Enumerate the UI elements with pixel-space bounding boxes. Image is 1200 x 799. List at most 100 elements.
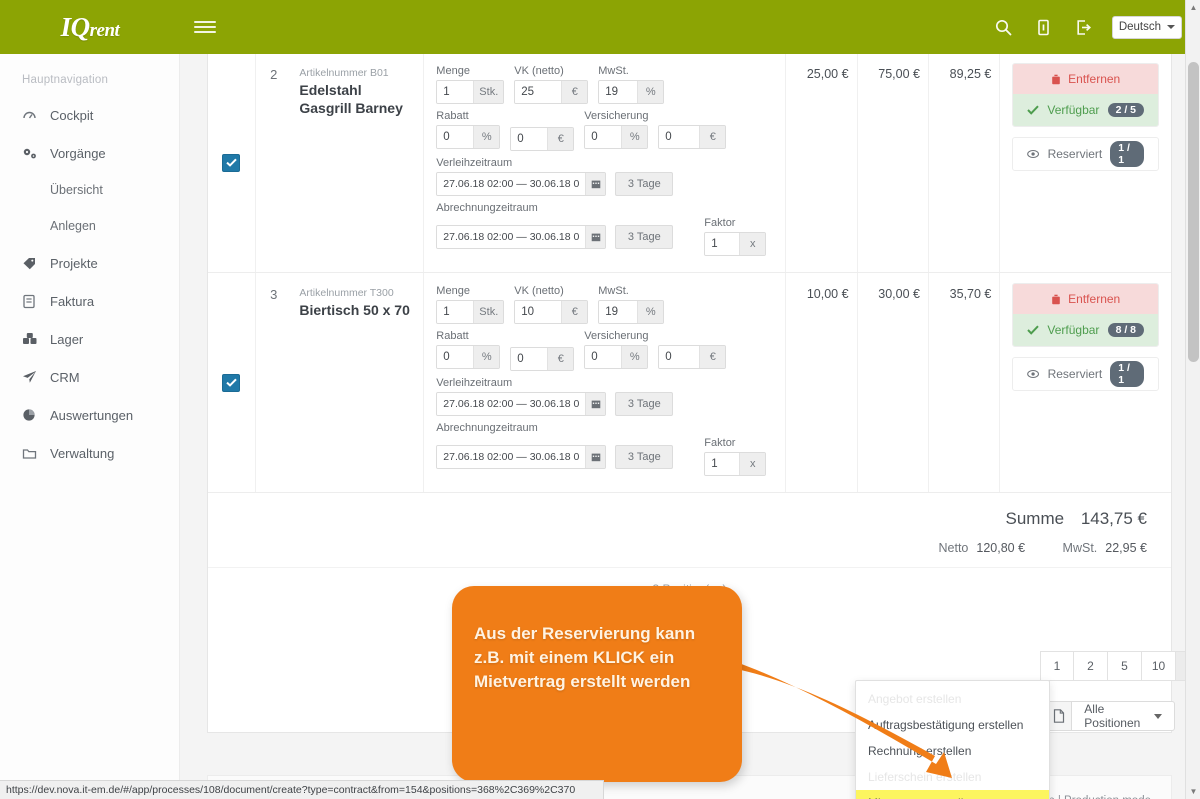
sidebar-item-verwaltung[interactable]: Verwaltung xyxy=(0,434,179,472)
rabatt-percent-unit: % xyxy=(473,126,500,148)
calendar-icon[interactable] xyxy=(585,173,606,195)
document-type-dropdown-menu: Angebot erstellen Auftragsbestätigung er… xyxy=(855,680,1050,799)
remove-button[interactable]: Entfernen xyxy=(1013,284,1159,314)
remove-button[interactable]: Entfernen xyxy=(1013,64,1159,94)
paper-plane-icon xyxy=(22,369,42,385)
search-icon[interactable] xyxy=(992,15,1016,39)
rabatt-euro-input[interactable] xyxy=(511,128,548,150)
rabatt-euro-input[interactable] xyxy=(511,348,548,370)
summary-breakdown: Netto 120,80 € MwSt. 22,95 € xyxy=(208,541,1148,555)
vk-field[interactable]: € xyxy=(514,80,589,104)
verleihzeitraum-input[interactable] xyxy=(437,393,586,415)
page-size-2[interactable]: 2 xyxy=(1074,651,1108,681)
sidebar-item-projekte[interactable]: Projekte xyxy=(0,244,179,282)
vk-field[interactable]: € xyxy=(514,300,589,324)
mwst-field[interactable]: % xyxy=(598,300,665,324)
sidebar-item-anlegen[interactable]: Anlegen xyxy=(0,208,179,244)
rabatt-euro-field[interactable]: € xyxy=(510,347,575,371)
faktor-input[interactable] xyxy=(705,233,740,255)
verleihzeitraum-input[interactable] xyxy=(437,173,586,195)
rabatt-percent-input[interactable] xyxy=(437,346,474,368)
versicherung-percent-field[interactable]: % xyxy=(584,125,649,149)
sidebar-item-lager[interactable]: Lager xyxy=(0,320,179,358)
verleih-days-button[interactable]: 3 Tage xyxy=(615,392,674,416)
sidebar-item-cockpit[interactable]: Cockpit xyxy=(0,96,179,134)
sidebar-item-label: Verwaltung xyxy=(50,445,115,461)
versicherung-percent-field[interactable]: % xyxy=(584,345,649,369)
versicherung-euro-field[interactable]: € xyxy=(658,125,727,149)
verleihzeitraum-field[interactable] xyxy=(436,392,607,416)
versicherung-euro-field[interactable]: € xyxy=(658,345,727,369)
calendar-icon[interactable] xyxy=(585,445,606,468)
scroll-up-arrow[interactable]: ▲ xyxy=(1186,0,1200,15)
page-scrollbar[interactable]: ▲ ▼ xyxy=(1185,0,1200,799)
calendar-icon[interactable] xyxy=(585,393,606,415)
menge-field[interactable]: Stk. xyxy=(436,300,505,324)
calendar-icon[interactable] xyxy=(585,225,606,248)
available-row[interactable]: Verfügbar 2 / 5 xyxy=(1013,94,1159,126)
versicherung-percent-input[interactable] xyxy=(585,346,622,368)
logout-icon[interactable] xyxy=(1072,15,1096,39)
menu-item-mietvertrag[interactable]: Mietvertrag erstellen xyxy=(856,790,1049,799)
row-checkbox[interactable] xyxy=(222,373,241,392)
reserved-row[interactable]: Reserviert 1 / 1 xyxy=(1012,357,1160,391)
menge-input[interactable] xyxy=(437,81,474,103)
faktor-field[interactable]: x xyxy=(704,452,767,476)
rabatt-percent-field[interactable]: % xyxy=(436,125,501,149)
rabatt-percent-field[interactable]: % xyxy=(436,345,501,369)
versicherung-euro-input[interactable] xyxy=(659,126,700,148)
faktor-field[interactable]: x xyxy=(704,232,767,256)
sidebar-item-crm[interactable]: CRM xyxy=(0,358,179,396)
page-size-10[interactable]: 10 xyxy=(1142,651,1176,681)
hamburger-icon[interactable] xyxy=(194,17,216,37)
versicherung-euro-input[interactable] xyxy=(659,346,700,368)
app-logo[interactable]: IQrent xyxy=(0,0,180,54)
abrech-days-button[interactable]: 3 Tage xyxy=(615,224,674,249)
row-fields: Menge Stk. VK (netto) € xyxy=(424,54,787,272)
article-number: Artikelnummer T300 xyxy=(299,287,394,299)
page-size-5[interactable]: 5 xyxy=(1108,651,1142,681)
rabatt-euro-field[interactable]: € xyxy=(510,127,575,151)
sidebar-item-label: Cockpit xyxy=(50,107,94,123)
menu-item-rechnung[interactable]: Rechnung erstellen xyxy=(856,738,1049,764)
all-positions-dropdown-button[interactable]: Alle Positionen xyxy=(1071,701,1176,731)
versicherung-percent-input[interactable] xyxy=(585,126,622,148)
abrechnungzeitraum-input[interactable] xyxy=(437,225,586,248)
chevron-down-icon xyxy=(1167,25,1175,29)
versicherung-percent-unit: % xyxy=(621,126,648,148)
abrechnungzeitraum-input[interactable] xyxy=(437,445,586,468)
mwst-input[interactable] xyxy=(599,301,638,323)
vk-input[interactable] xyxy=(515,301,562,323)
mwst-input[interactable] xyxy=(599,81,638,103)
verleih-days-button[interactable]: 3 Tage xyxy=(615,172,674,196)
sidebar-item-vorgaenge[interactable]: Vorgänge xyxy=(0,134,179,172)
menge-input[interactable] xyxy=(437,301,474,323)
scroll-down-arrow[interactable]: ▼ xyxy=(1186,784,1200,799)
tag-icon xyxy=(22,255,42,271)
sidebar-item-uebersicht[interactable]: Übersicht xyxy=(0,172,179,208)
reserved-row[interactable]: Reserviert 1 / 1 xyxy=(1012,137,1160,171)
scrollbar-thumb[interactable] xyxy=(1188,62,1199,362)
menu-item-auftragsbestaetigung[interactable]: Auftragsbestätigung erstellen xyxy=(856,712,1049,738)
menge-label: Menge xyxy=(436,65,470,77)
abrechnungzeitraum-field[interactable] xyxy=(436,444,607,469)
abrechnungzeitraum-field[interactable] xyxy=(436,224,607,249)
available-row[interactable]: Verfügbar 8 / 8 xyxy=(1013,314,1159,346)
menu-item-angebot[interactable]: Angebot erstellen xyxy=(856,686,1049,712)
vk-input[interactable] xyxy=(515,81,562,103)
row-checkbox[interactable] xyxy=(222,153,241,172)
rabatt-percent-input[interactable] xyxy=(437,126,474,148)
gauge-icon xyxy=(22,107,42,123)
menu-item-lieferschein[interactable]: Lieferschein erstellen xyxy=(856,764,1049,790)
abrech-days-button[interactable]: 3 Tage xyxy=(615,444,674,469)
info-icon[interactable] xyxy=(1032,15,1056,39)
page-size-1[interactable]: 1 xyxy=(1040,651,1074,681)
language-selector[interactable]: Deutsch xyxy=(1111,15,1182,39)
mwst-field[interactable]: % xyxy=(598,80,665,104)
sidebar-item-auswertungen[interactable]: Auswertungen xyxy=(0,396,179,434)
menge-field[interactable]: Stk. xyxy=(436,80,505,104)
sidebar-item-faktura[interactable]: Faktura xyxy=(0,282,179,320)
faktor-input[interactable] xyxy=(705,453,740,475)
verleihzeitraum-field[interactable] xyxy=(436,172,607,196)
mwst-label: MwSt. xyxy=(598,65,629,77)
